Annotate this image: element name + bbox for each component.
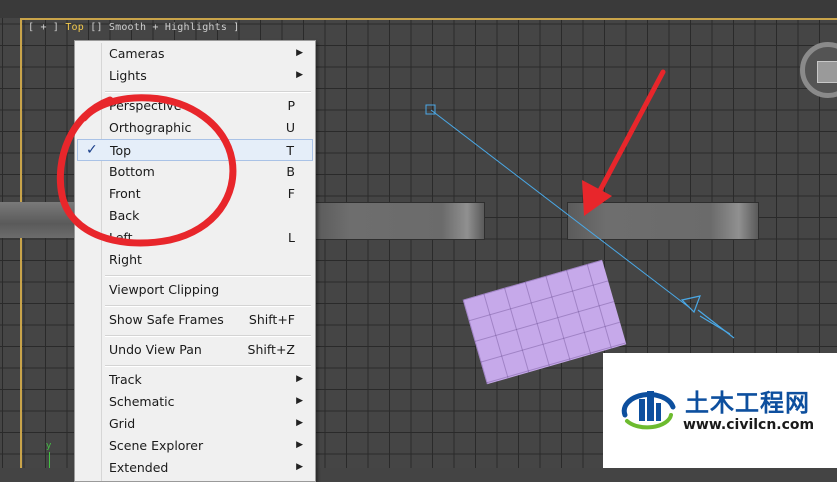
menu-separator: [105, 335, 311, 337]
watermark-panel: 土木工程网 www.civilcn.com: [603, 353, 837, 468]
menu-item-label: Show Safe Frames: [109, 312, 224, 327]
menu-item-label: Viewport Clipping: [109, 282, 220, 297]
menu-separator: [105, 365, 311, 367]
menu-item-grid[interactable]: Grid ▶: [77, 413, 313, 435]
civilcn-logo-icon: [621, 391, 676, 430]
menu-item-label: Orthographic: [109, 120, 192, 135]
submenu-arrow-icon: ▶: [296, 440, 303, 450]
watermark-title: 土木工程网: [685, 389, 810, 417]
menu-item-show-safe-frames[interactable]: Show Safe Frames Shift+F: [77, 309, 313, 331]
viewcube-face[interactable]: [817, 61, 837, 83]
menu-item-label: Cameras: [109, 46, 165, 61]
menu-separator: [105, 275, 311, 277]
menu-item-label: Bottom: [109, 164, 155, 179]
menu-item-label: Undo View Pan: [109, 342, 202, 357]
menu-separator: [105, 305, 311, 307]
menu-item-extended[interactable]: Extended ▶: [77, 457, 313, 479]
menu-item-perspective[interactable]: Perspective P: [77, 95, 313, 117]
submenu-arrow-icon: ▶: [296, 70, 303, 80]
menu-item-label: Grid: [109, 416, 136, 431]
menu-item-shortcut: L: [288, 230, 295, 245]
menu-item-back[interactable]: Back: [77, 205, 313, 227]
checkmark-icon: ✓: [86, 142, 98, 158]
menu-item-schematic[interactable]: Schematic ▶: [77, 391, 313, 413]
menu-item-label: Top: [110, 143, 132, 158]
menu-item-shortcut: Shift+F: [248, 312, 295, 327]
watermark-url: www.civilcn.com: [683, 417, 815, 433]
menu-item-label: Lights: [109, 68, 147, 83]
menu-item-orthographic[interactable]: Orthographic U: [77, 117, 313, 139]
menu-item-lights[interactable]: Lights ▶: [77, 65, 313, 87]
submenu-arrow-icon: ▶: [296, 418, 303, 428]
viewport-context-menu: Cameras ▶ Lights ▶ Perspective P Orthogr…: [74, 40, 316, 482]
menu-item-scene-explorer[interactable]: Scene Explorer ▶: [77, 435, 313, 457]
menu-item-shortcut: U: [285, 120, 295, 135]
axis-y-label: y: [46, 441, 52, 451]
menu-item-front[interactable]: Front F: [77, 183, 313, 205]
menu-item-shortcut: T: [286, 143, 294, 158]
axis-y-line: [49, 452, 50, 468]
menu-item-label: Left: [109, 230, 133, 245]
submenu-arrow-icon: ▶: [296, 374, 303, 384]
submenu-arrow-icon: ▶: [296, 396, 303, 406]
menu-item-label: Back: [109, 208, 140, 223]
menu-item-shortcut: Shift+Z: [247, 342, 295, 357]
menu-item-top[interactable]: ✓ Top T: [77, 139, 313, 161]
menu-item-left[interactable]: Left L: [77, 227, 313, 249]
menu-item-cameras[interactable]: Cameras ▶: [77, 43, 313, 65]
menu-item-label: Schematic: [109, 394, 175, 409]
menu-item-label: Scene Explorer: [109, 438, 204, 453]
menu-item-track[interactable]: Track ▶: [77, 369, 313, 391]
menu-separator: [105, 91, 311, 93]
menu-item-shortcut: B: [286, 164, 295, 179]
menu-item-label: Front: [109, 186, 141, 201]
submenu-arrow-icon: ▶: [296, 462, 303, 472]
menu-item-bottom[interactable]: Bottom B: [77, 161, 313, 183]
submenu-arrow-icon: ▶: [296, 48, 303, 58]
menu-item-viewport-clipping[interactable]: Viewport Clipping: [77, 279, 313, 301]
menu-item-shortcut: F: [287, 186, 295, 201]
menu-item-label: Right: [109, 252, 142, 267]
menu-item-label: Track: [109, 372, 142, 387]
menu-item-undo-view-pan[interactable]: Undo View Pan Shift+Z: [77, 339, 313, 361]
light-target-arrow: [680, 295, 735, 339]
menu-item-label: Perspective: [109, 98, 182, 113]
menu-item-right[interactable]: Right: [77, 249, 313, 271]
menu-item-shortcut: P: [287, 98, 295, 113]
